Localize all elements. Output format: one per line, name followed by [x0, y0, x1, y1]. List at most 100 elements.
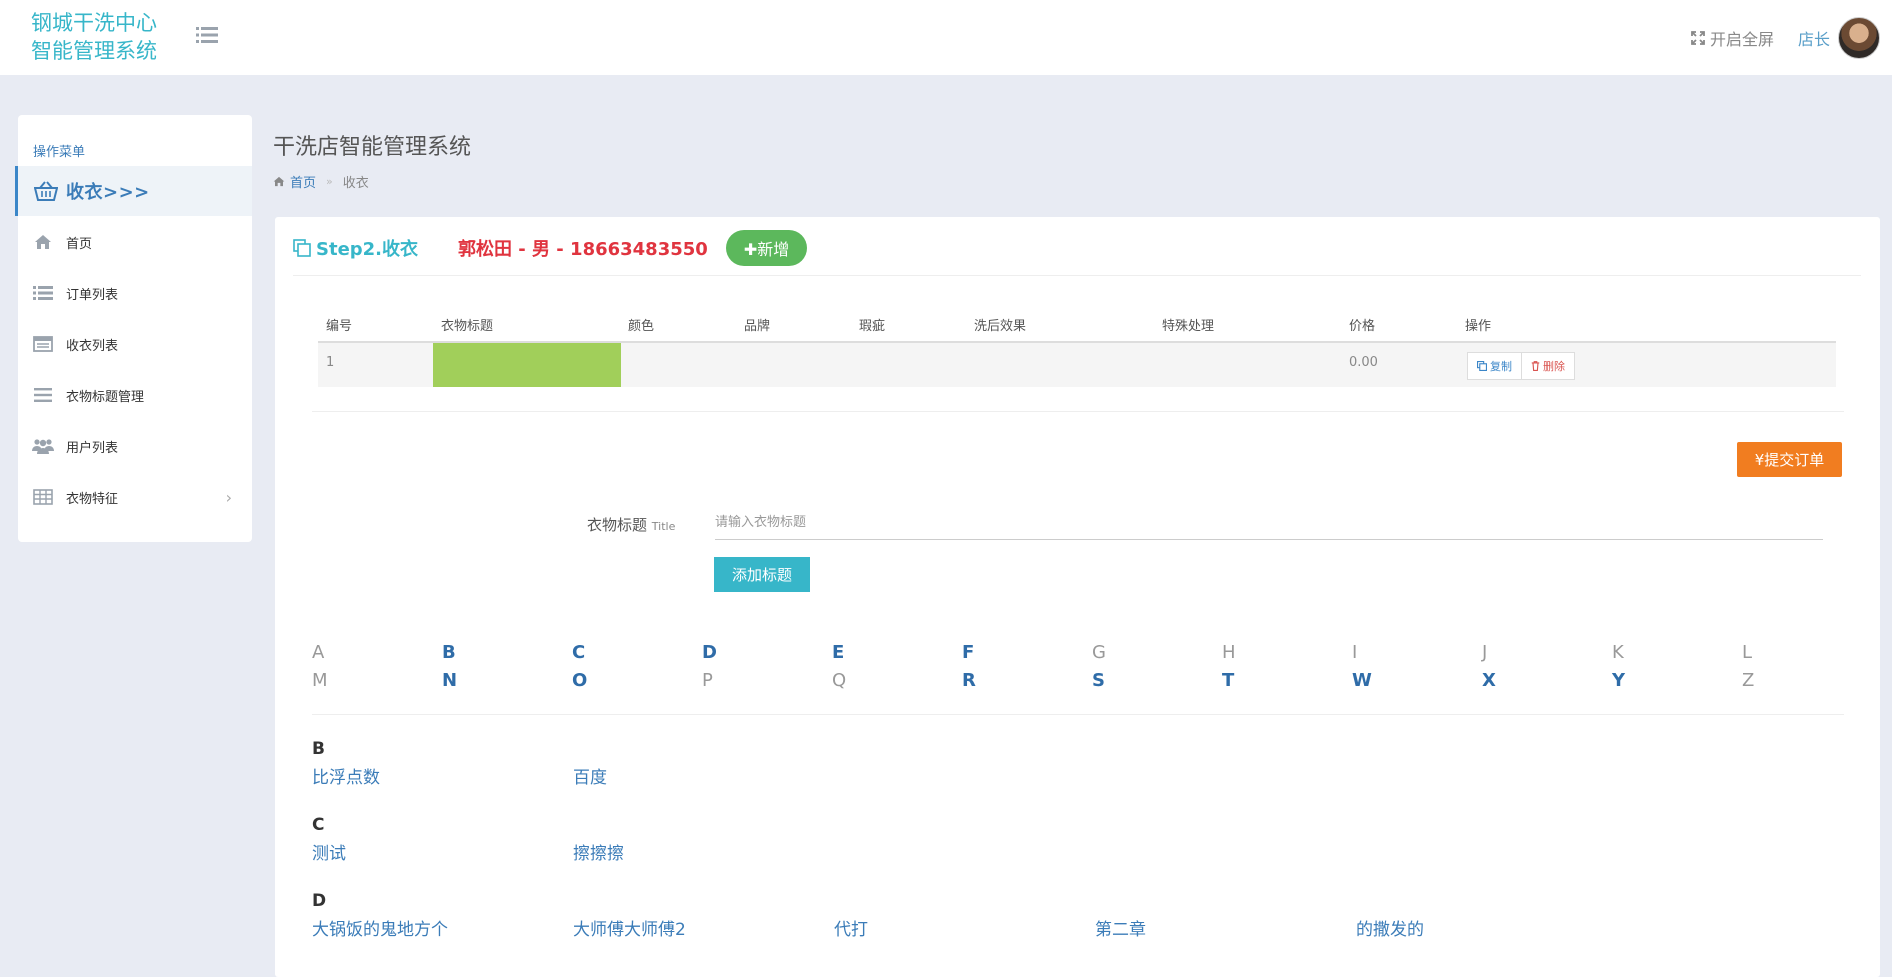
alphabet-letter-o[interactable]: O — [572, 670, 587, 691]
app-logo[interactable]: 钢城干洗中心 智能管理系统 — [31, 9, 201, 65]
avatar[interactable] — [1838, 16, 1880, 59]
title-option[interactable]: 代打 — [834, 915, 868, 940]
logo-line-2: 智能管理系统 — [31, 39, 157, 63]
alphabet-letter-k[interactable]: K — [1612, 642, 1624, 663]
alphabet-letter-j[interactable]: J — [1482, 642, 1487, 663]
user-name[interactable]: 店长 — [1798, 26, 1830, 50]
divider — [312, 714, 1844, 715]
title-input[interactable] — [715, 505, 1823, 540]
title-option[interactable]: 的撒发的 — [1356, 915, 1424, 940]
step-title-text: Step2.收衣 — [316, 239, 419, 260]
title-option[interactable]: 第二章 — [1095, 915, 1146, 940]
column-header: 价格 — [1349, 319, 1376, 334]
alphabet-letter-p[interactable]: P — [702, 670, 713, 691]
sidebar-item-label: 用户列表 — [66, 440, 119, 456]
sidebar-item-label: 衣物特征 — [66, 491, 119, 507]
group-letter-c: C — [312, 815, 325, 835]
top-right-tools: 开启全屏 店长 — [1691, 0, 1880, 75]
home-icon — [273, 176, 285, 187]
group-letter-d: D — [312, 891, 327, 911]
page-title: 干洗店智能管理系统 — [273, 135, 472, 160]
customer-info: 郭松田 - 男 - 18663483550 — [458, 239, 708, 260]
row-actions: 复制 删除 — [1467, 352, 1575, 380]
breadcrumb-home[interactable]: 首页 — [273, 172, 316, 191]
column-header: 颜色 — [628, 319, 655, 334]
delete-row-button[interactable]: 删除 — [1522, 352, 1575, 380]
column-header: 编号 — [326, 319, 353, 334]
fullscreen-button[interactable]: 开启全屏 — [1691, 26, 1774, 50]
trash-icon — [1531, 361, 1540, 371]
alphabet-letter-f[interactable]: F — [962, 642, 974, 663]
add-title-button[interactable]: 添加标题 — [714, 557, 810, 592]
alphabet-letter-t[interactable]: T — [1222, 670, 1234, 691]
column-header: 瑕疵 — [859, 319, 886, 334]
column-header: 品牌 — [744, 319, 771, 334]
sidebar-item-orders[interactable]: 订单列表 — [18, 276, 252, 310]
column-header: 洗后效果 — [974, 319, 1027, 334]
alphabet-letter-e[interactable]: E — [832, 642, 844, 663]
copy-label: 复制 — [1490, 360, 1512, 373]
alphabet-letter-n[interactable]: N — [442, 670, 457, 691]
alphabet-letter-l[interactable]: L — [1742, 642, 1752, 663]
copy-row-button[interactable]: 复制 — [1467, 352, 1522, 380]
alphabet-letter-h[interactable]: H — [1222, 642, 1236, 663]
divider — [293, 275, 1861, 276]
sidebar-caption: 操作菜单 — [33, 145, 86, 160]
delete-label: 删除 — [1543, 360, 1565, 373]
fullscreen-label: 开启全屏 — [1709, 29, 1774, 49]
submit-order-button[interactable]: ¥提交订单 — [1737, 442, 1842, 477]
chevron-right-icon: › — [225, 487, 232, 507]
table-row[interactable]: 1 0.00 复制 删除 — [318, 343, 1836, 387]
sidebar: 操作菜单 收衣>>> 首页 订单列表 收衣列表 衣物标题管理 用户列表 衣物特征… — [15, 115, 252, 542]
breadcrumb-home-label: 首页 — [290, 176, 317, 191]
alphabet-letter-q[interactable]: Q — [832, 670, 846, 691]
step-header: Step2.收衣 郭松田 - 男 - 18663483550 ✚新增 — [293, 227, 808, 269]
sidebar-item-receive-list[interactable]: 收衣列表 — [18, 327, 252, 361]
alphabet-letter-z[interactable]: Z — [1742, 670, 1754, 691]
main-panel: Step2.收衣 郭松田 - 男 - 18663483550 ✚新增 编号 衣物… — [275, 217, 1880, 977]
column-header: 操作 — [1465, 319, 1492, 334]
sidebar-item-label: 首页 — [66, 236, 93, 252]
title-option[interactable]: 大师傅大师傅2 — [573, 915, 686, 940]
alphabet-letter-b[interactable]: B — [442, 642, 456, 663]
alphabet-letter-c[interactable]: C — [572, 642, 585, 663]
breadcrumb-separator: » — [326, 175, 333, 188]
table-icon — [32, 489, 54, 505]
sidebar-item-home[interactable]: 首页 — [18, 225, 252, 259]
title-label-text: 衣物标题 — [587, 516, 648, 534]
title-option[interactable]: 百度 — [573, 763, 607, 788]
title-option[interactable]: 擦擦擦 — [573, 839, 624, 864]
alphabet-letter-r[interactable]: R — [962, 670, 976, 691]
sidebar-item-label: 收衣列表 — [66, 338, 119, 354]
alphabet-letter-a[interactable]: A — [312, 642, 324, 663]
title-option[interactable]: 测试 — [312, 839, 346, 864]
alphabet-letter-d[interactable]: D — [702, 642, 717, 663]
alphabet-letter-m[interactable]: M — [312, 670, 328, 691]
sidebar-item-features[interactable]: 衣物特征 › — [18, 480, 252, 514]
cell-number: 1 — [326, 355, 335, 370]
users-icon — [32, 438, 54, 454]
sidebar-item-title-manage[interactable]: 衣物标题管理 — [18, 378, 252, 412]
column-header: 衣物标题 — [441, 319, 494, 334]
breadcrumb: 首页 » 收衣 — [273, 172, 369, 191]
cell-price[interactable]: 0.00 — [1349, 355, 1378, 370]
divider — [312, 411, 1844, 412]
sidebar-item-label: 订单列表 — [66, 287, 119, 303]
copy-icon — [1477, 361, 1487, 371]
alphabet-letter-g[interactable]: G — [1092, 642, 1106, 663]
alphabet-letter-y[interactable]: Y — [1612, 670, 1625, 691]
alphabet-letter-w[interactable]: W — [1352, 670, 1372, 691]
cell-title-editor[interactable] — [433, 343, 621, 387]
menu-toggle-icon[interactable] — [196, 26, 218, 46]
alphabet-letter-s[interactable]: S — [1092, 670, 1105, 691]
breadcrumb-current: 收衣 — [342, 176, 369, 191]
add-item-button[interactable]: ✚新增 — [725, 230, 808, 266]
alphabet-letter-x[interactable]: X — [1482, 670, 1496, 691]
title-option[interactable]: 比浮点数 — [312, 763, 380, 788]
step-title: Step2.收衣 — [293, 235, 418, 261]
sidebar-item-users[interactable]: 用户列表 — [18, 429, 252, 463]
title-label-small: Title — [651, 520, 676, 533]
alphabet-letter-i[interactable]: I — [1352, 642, 1357, 663]
sidebar-item-receive[interactable]: 收衣>>> — [15, 166, 252, 216]
title-option[interactable]: 大锅饭的鬼地方个 — [312, 915, 448, 940]
